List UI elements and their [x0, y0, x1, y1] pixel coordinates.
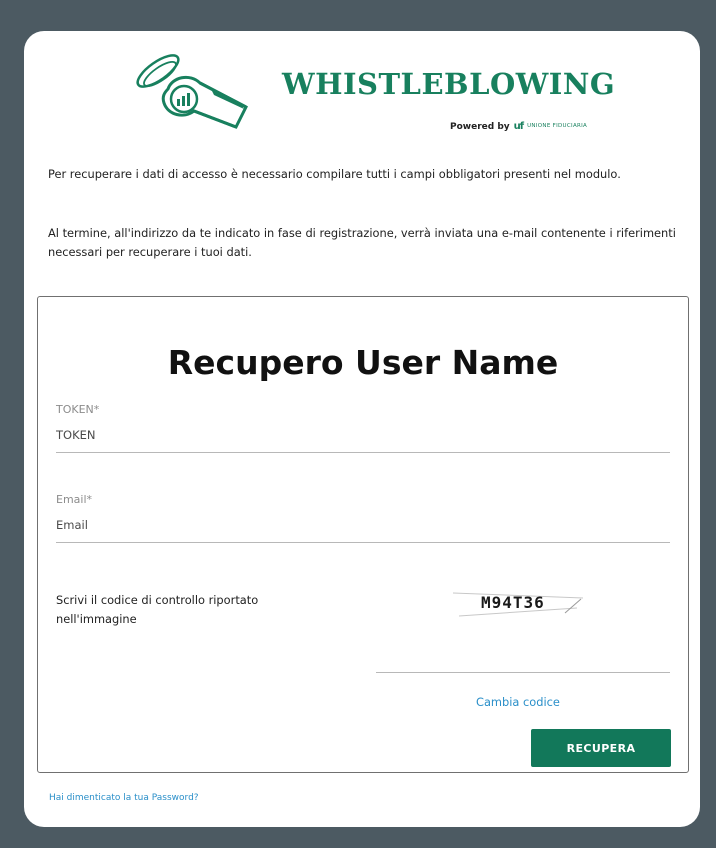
- email-input[interactable]: [56, 515, 670, 543]
- forgot-password-link[interactable]: Hai dimenticato la tua Password?: [49, 793, 199, 803]
- brand-name: WHISTLEBLOWING: [282, 67, 616, 101]
- captcha-label: Scrivi il codice di controllo riportato …: [56, 593, 259, 626]
- form-title: Recupero User Name: [167, 343, 559, 382]
- powered-by: Powered by uf UNIONE FIDUCIARIA: [450, 121, 587, 132]
- partner-logo-name: UNIONE FIDUCIARIA: [527, 122, 588, 129]
- recovery-form: Recupero User Name TOKEN* Email* Scrivi …: [37, 296, 689, 773]
- whistle-icon: [136, 54, 249, 129]
- recupera-button[interactable]: RECUPERA: [531, 729, 671, 767]
- recovery-card: WHISTLEBLOWING Powered by uf UNIONE FIDU…: [24, 31, 700, 827]
- captcha-input[interactable]: [376, 639, 670, 673]
- brand-logo: WHISTLEBLOWING Powered by uf UNIONE FIDU…: [124, 45, 615, 135]
- powered-by-label: Powered by: [450, 121, 510, 132]
- captcha-image: M94T36: [453, 589, 583, 619]
- captcha-code: M94T36: [481, 593, 545, 612]
- email-label: Email*: [56, 493, 93, 506]
- intro-paragraph-1: Per recuperare i dati di accesso è neces…: [48, 167, 621, 181]
- intro-paragraph-2: Al termine, all'indirizzo da te indicato…: [48, 226, 676, 259]
- token-input[interactable]: [56, 425, 670, 453]
- token-label: TOKEN*: [56, 403, 100, 416]
- partner-logo-mark: uf: [513, 121, 525, 132]
- change-code-link[interactable]: Cambia codice: [476, 695, 560, 709]
